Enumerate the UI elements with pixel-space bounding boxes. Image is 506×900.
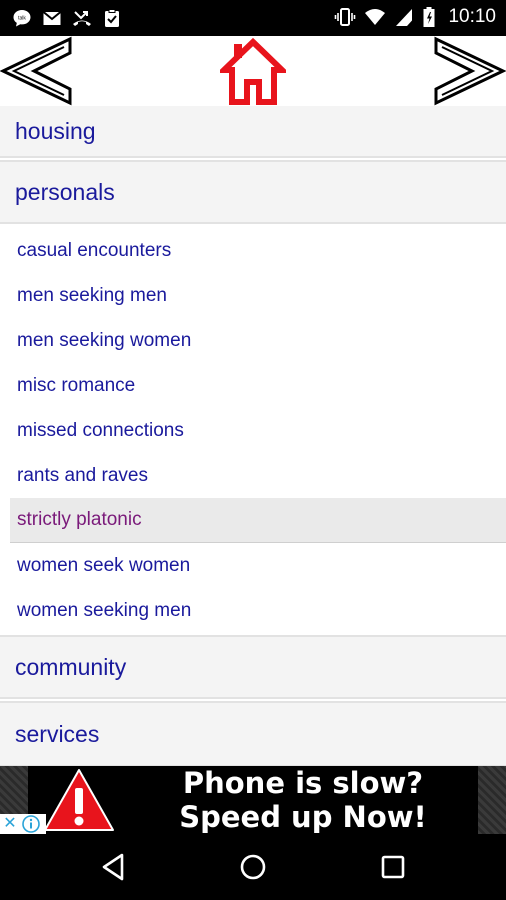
section-community-label: community [15,653,127,680]
ad-close-icon[interactable]: ✕ [0,814,20,834]
clipboard-check-icon [105,9,119,27]
list-item[interactable]: women seeking men [10,588,506,633]
personals-sublist: casual encounters men seeking men men se… [0,224,506,635]
back-triangle-icon[interactable] [98,851,130,883]
back-arrow-icon[interactable] [0,36,74,106]
battery-icon [423,7,435,27]
category-list: housing personals casual encounters men … [0,106,506,766]
list-item[interactable]: misc romance [10,363,506,408]
ad-banner[interactable]: Phone is slow? Speed up Now! ✕ [0,766,506,834]
section-housing-label: housing [15,117,96,144]
home-circle-icon[interactable] [237,851,269,883]
gmail-icon [42,11,62,25]
section-housing[interactable]: housing [0,106,506,158]
wifi-icon [365,9,386,25]
ad-text: Phone is slow? Speed up Now! [138,766,468,834]
ad-border-right [478,766,506,834]
signal-icon [396,9,413,26]
section-community[interactable]: community [0,635,506,699]
svg-text:talk: talk [18,16,26,22]
system-nav-bar [0,834,506,900]
ad-choices[interactable]: ✕ [0,814,46,834]
status-bar: talk 10:10 [0,0,506,36]
list-item[interactable]: men seeking women [10,318,506,363]
section-services[interactable]: services [0,701,506,766]
recents-square-icon[interactable] [377,851,409,883]
ad-content[interactable]: Phone is slow? Speed up Now! [28,766,478,834]
vibrate-icon [335,8,356,26]
section-personals-label: personals [15,178,115,205]
section-personals[interactable]: personals [0,160,506,224]
clock: 10:10 [448,6,496,27]
list-item[interactable]: men seeking men [10,273,506,318]
home-icon[interactable] [220,36,286,106]
list-item[interactable]: casual encounters [10,228,506,273]
ad-line-2: Speed up Now! [179,800,427,834]
ad-line-1: Phone is slow? [182,766,424,800]
missed-call-icon [73,11,91,26]
section-services-label: services [15,720,100,747]
ad-info-icon[interactable] [20,814,42,834]
forward-arrow-icon[interactable] [432,36,506,106]
warning-icon [44,769,114,831]
list-item-selected[interactable]: strictly platonic [10,498,506,543]
list-item[interactable]: women seek women [10,543,506,588]
nav-bar [0,36,506,106]
talk-icon: talk [13,10,31,27]
list-item[interactable]: rants and raves [10,453,506,498]
list-item[interactable]: missed connections [10,408,506,453]
